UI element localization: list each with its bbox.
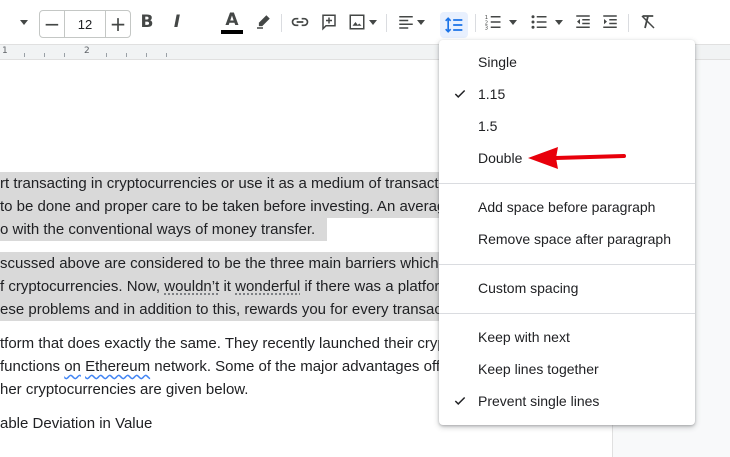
- ruler-number: 2: [84, 46, 90, 56]
- numbered-list-icon[interactable]: 123: [482, 10, 504, 34]
- menu-item-label: Add space before paragraph: [478, 199, 656, 215]
- annotation-arrow-icon: [528, 147, 626, 169]
- formatting-toolbar: − 12 + B I A 123: [0, 0, 730, 44]
- ruler-tick: [166, 53, 167, 57]
- menu-divider: [439, 264, 695, 265]
- menu-item-single[interactable]: Single: [439, 48, 695, 76]
- document-line[interactable]: o with the conventional ways of money tr…: [0, 218, 328, 241]
- clear-formatting-icon[interactable]: [637, 10, 659, 34]
- line-spacing-menu: Single 1.15 1.5 Double Add space before …: [439, 40, 695, 425]
- spelling-suggestion[interactable]: wouldn’t: [164, 278, 219, 295]
- menu-item-label: Custom spacing: [478, 280, 579, 296]
- document-line[interactable]: rt transacting in cryptocurrencies or us…: [0, 172, 451, 195]
- menu-divider: [439, 313, 695, 314]
- spelling-suggestion[interactable]: wonderful: [235, 278, 300, 295]
- increase-indent-icon[interactable]: [599, 10, 621, 34]
- spelling-suggestion[interactable]: Ethereum: [85, 358, 150, 375]
- menu-item-label: Keep lines together: [478, 361, 599, 377]
- text-color-button[interactable]: A: [220, 10, 244, 34]
- menu-item-label: Double: [478, 150, 523, 166]
- font-size-stepper: − 12 +: [39, 10, 131, 38]
- menu-item-label: 1.5: [478, 118, 498, 134]
- document-line[interactable]: to be done and proper care to be taken b…: [0, 195, 454, 218]
- document-line[interactable]: able Deviation in Value: [0, 412, 152, 435]
- ruler-tick: [106, 53, 107, 57]
- menu-item-keep-with-next[interactable]: Keep with next: [439, 323, 695, 351]
- document-line[interactable]: her cryptocurrencies are given below.: [0, 378, 248, 401]
- bulleted-list-icon[interactable]: [528, 10, 550, 34]
- font-size-input[interactable]: 12: [64, 11, 106, 37]
- document-line[interactable]: scussed above are considered to be the t…: [0, 252, 457, 275]
- align-icon[interactable]: [395, 10, 417, 34]
- text-color-icon: A: [225, 9, 239, 30]
- menu-item-1-5[interactable]: 1.5: [439, 112, 695, 140]
- numbered-list-dropdown-caret-icon[interactable]: [508, 10, 518, 34]
- spelling-suggestion[interactable]: on: [64, 358, 81, 375]
- toolbar-divider: [475, 14, 476, 32]
- toolbar-divider: [386, 14, 387, 32]
- menu-item-custom-spacing[interactable]: Custom spacing: [439, 274, 695, 302]
- ruler-tick: [64, 53, 65, 57]
- comment-icon[interactable]: [318, 10, 340, 34]
- ruler-tick: [126, 53, 127, 57]
- menu-divider: [439, 183, 695, 184]
- line-text: it: [219, 278, 236, 295]
- menu-item-remove-space-after[interactable]: Remove space after paragraph: [439, 225, 695, 253]
- menu-item-add-space-before[interactable]: Add space before paragraph: [439, 193, 695, 221]
- checkmark-icon: [453, 394, 467, 411]
- menu-item-label: Prevent single lines: [478, 393, 600, 409]
- bold-button[interactable]: B: [136, 10, 158, 34]
- toolbar-divider: [281, 14, 282, 32]
- menu-item-label: Single: [478, 54, 517, 70]
- menu-item-prevent-single-lines[interactable]: Prevent single lines: [439, 387, 695, 415]
- link-icon[interactable]: [288, 10, 312, 34]
- menu-item-label: 1.15: [478, 86, 506, 102]
- image-icon[interactable]: [346, 10, 368, 34]
- menu-item-1-15[interactable]: 1.15: [439, 80, 695, 108]
- line-spacing-button[interactable]: [440, 12, 468, 38]
- menu-item-keep-lines-together[interactable]: Keep lines together: [439, 355, 695, 383]
- document-line[interactable]: tform that does exactly the same. They r…: [0, 332, 450, 355]
- ruler-tick: [44, 53, 45, 57]
- decrease-indent-icon[interactable]: [572, 10, 594, 34]
- document-line[interactable]: functions on Ethereum network. Some of t…: [0, 355, 448, 378]
- line-spacing-icon: [445, 17, 463, 33]
- line-text: functions: [0, 358, 65, 375]
- menu-item-label: Remove space after paragraph: [478, 231, 671, 247]
- ruler-tick: [24, 53, 25, 57]
- decrease-font-size-button[interactable]: −: [40, 11, 64, 37]
- document-line[interactable]: f cryptocurrencies. Now, wouldn’t it won…: [0, 275, 440, 298]
- menu-item-label: Keep with next: [478, 329, 570, 345]
- align-dropdown-caret-icon[interactable]: [416, 10, 426, 34]
- increase-font-size-button[interactable]: +: [106, 11, 130, 37]
- ruler-number: 1: [2, 46, 8, 56]
- ruler-tick: [146, 53, 147, 57]
- image-dropdown-caret-icon[interactable]: [368, 10, 378, 34]
- italic-button[interactable]: I: [166, 10, 188, 34]
- line-text: if there was a platfor: [300, 278, 440, 295]
- font-dropdown-caret-icon[interactable]: [17, 10, 31, 34]
- line-text: network. Some of the major advantages of…: [150, 358, 449, 375]
- text-color-swatch: [221, 29, 243, 34]
- svg-text:3: 3: [485, 26, 488, 32]
- line-text: f cryptocurrencies. Now,: [0, 278, 165, 295]
- toolbar-divider: [628, 14, 629, 32]
- document-line[interactable]: ese problems and in addition to this, re…: [0, 298, 458, 321]
- checkmark-icon: [453, 87, 467, 104]
- bulleted-list-dropdown-caret-icon[interactable]: [554, 10, 564, 34]
- highlight-icon[interactable]: [252, 10, 274, 34]
